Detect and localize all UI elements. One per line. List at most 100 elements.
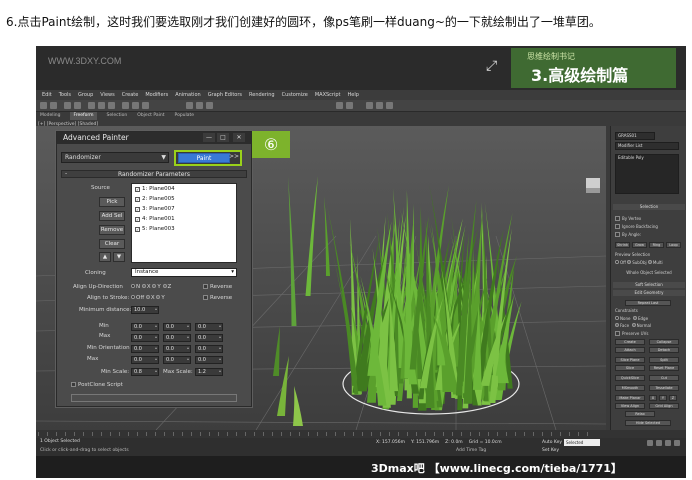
checkbox-checked-icon[interactable]: ✓ xyxy=(135,227,140,232)
msmooth-button[interactable]: MSmooth xyxy=(615,385,645,391)
mirror-icon[interactable] xyxy=(336,102,343,109)
align-up-n[interactable]: N xyxy=(136,284,140,290)
align-up-z[interactable]: Z xyxy=(168,284,172,290)
menu-tools[interactable]: Tools xyxy=(59,90,71,100)
slice-plane-button[interactable]: Slice Plane xyxy=(615,357,645,363)
menu-group[interactable]: Group xyxy=(78,90,93,100)
move-down-icon[interactable]: ▼ xyxy=(113,252,125,262)
align-up-y[interactable]: Y xyxy=(157,284,160,290)
mode-select[interactable]: Randomizer ▼ xyxy=(61,152,169,163)
checkbox-checked-icon[interactable]: ✓ xyxy=(135,217,140,222)
coord-z[interactable]: Z: 0.0m xyxy=(445,440,463,445)
constraint-normal[interactable]: Normal xyxy=(637,323,651,328)
postclone-script-field[interactable] xyxy=(71,394,237,402)
min-y-spinner[interactable]: 0.0 xyxy=(163,323,191,331)
rotate-icon[interactable] xyxy=(132,102,139,109)
edit-geometry-rollout[interactable]: Edit Geometry xyxy=(613,290,685,296)
max-orient-y-spinner[interactable]: 0.0 xyxy=(163,356,191,364)
view-align-button[interactable]: View Align xyxy=(615,403,645,409)
close-icon[interactable]: ✕ xyxy=(233,133,245,142)
by-angle-option[interactable]: By Angle: xyxy=(615,232,683,237)
hide-selected-button[interactable]: Hide Selected xyxy=(625,420,671,426)
shrink-button[interactable]: Shrink xyxy=(615,242,630,248)
repeat-last-button[interactable]: Repeat Last xyxy=(625,300,671,306)
zoom-icon[interactable] xyxy=(647,440,653,446)
coord-x[interactable]: X: 157.056m xyxy=(376,440,405,445)
auto-key-label[interactable]: Auto Key xyxy=(542,440,562,445)
zoom-all-icon[interactable] xyxy=(656,440,662,446)
align-stroke-y[interactable]: Y xyxy=(161,295,164,301)
add-time-tag[interactable]: Add Time Tag xyxy=(456,448,486,453)
more-button[interactable]: >> xyxy=(229,153,239,160)
quickslice-button[interactable]: QuickSlice xyxy=(615,375,645,381)
cut-button[interactable]: Cut xyxy=(649,375,679,381)
randomizer-rollout-header[interactable]: - Randomizer Parameters xyxy=(61,170,247,178)
tessellate-button[interactable]: Tessellate xyxy=(649,385,679,391)
planar-x-button[interactable]: X xyxy=(649,395,657,401)
redo-icon[interactable] xyxy=(50,102,57,109)
snap-icon[interactable] xyxy=(186,102,193,109)
min-scale-spinner[interactable]: 0.8 xyxy=(131,368,159,376)
material-editor-icon[interactable] xyxy=(366,102,373,109)
planar-y-button[interactable]: Y xyxy=(659,395,667,401)
render-icon[interactable] xyxy=(386,102,393,109)
preserve-uvs-option[interactable]: Preserve UVs xyxy=(615,331,683,336)
move-icon[interactable] xyxy=(122,102,129,109)
set-key-label[interactable]: Set Key xyxy=(542,448,559,453)
soft-selection-rollout[interactable]: Soft Selection xyxy=(613,282,685,288)
pan-icon[interactable] xyxy=(665,440,671,446)
min-distance-spinner[interactable]: 10.0 xyxy=(131,306,159,314)
move-up-icon[interactable]: ▲ xyxy=(99,252,111,262)
list-item[interactable]: ✓ 3: Plane007 xyxy=(135,206,175,212)
align-icon[interactable] xyxy=(346,102,353,109)
cloning-dropdown[interactable]: Instance ▾ xyxy=(131,268,237,277)
pick-button[interactable]: Pick xyxy=(99,197,125,207)
grow-button[interactable]: Grow xyxy=(632,242,647,248)
by-vertex-option[interactable]: By Vertex xyxy=(615,216,683,221)
constraint-none[interactable]: None xyxy=(620,316,630,321)
angle-snap-icon[interactable] xyxy=(196,102,203,109)
modifier-stack[interactable]: Editable Poly xyxy=(615,154,679,194)
max-y-spinner[interactable]: 0.0 xyxy=(163,334,191,342)
ignore-backfacing-option[interactable]: Ignore Backfacing xyxy=(615,224,683,229)
add-sel-button[interactable]: Add Sel xyxy=(99,211,125,221)
orbit-icon[interactable] xyxy=(674,440,680,446)
scale-icon[interactable] xyxy=(142,102,149,109)
menu-help[interactable]: Help xyxy=(348,90,359,100)
reset-plane-button[interactable]: Reset Plane xyxy=(649,365,679,371)
menu-modifiers[interactable]: Modifiers xyxy=(145,90,168,100)
tab-selection[interactable]: Selection xyxy=(107,112,128,120)
menu-graph-editors[interactable]: Graph Editors xyxy=(208,90,242,100)
list-item[interactable]: ✓ 5: Plane003 xyxy=(135,226,175,232)
menu-customize[interactable]: Customize xyxy=(282,90,308,100)
max-orient-x-spinner[interactable]: 0.0 xyxy=(131,356,159,364)
max-x-spinner[interactable]: 0.0 xyxy=(131,334,159,342)
reverse-stroke-option[interactable]: Reverse xyxy=(203,295,232,301)
preview-options[interactable]: Off SubObj Multi xyxy=(615,260,683,265)
menu-create[interactable]: Create xyxy=(122,90,139,100)
select-icon[interactable] xyxy=(88,102,95,109)
tab-freeform[interactable]: Freeform xyxy=(70,112,97,120)
slice-button[interactable]: Slice xyxy=(615,365,645,371)
planar-z-button[interactable]: Z xyxy=(669,395,677,401)
menu-views[interactable]: Views xyxy=(100,90,114,100)
preview-subobj[interactable]: SubObj xyxy=(632,260,646,265)
list-item[interactable]: ✓ 1: Plane004 xyxy=(135,186,175,192)
minimize-icon[interactable]: — xyxy=(203,133,215,142)
menu-rendering[interactable]: Rendering xyxy=(249,90,275,100)
render-setup-icon[interactable] xyxy=(376,102,383,109)
min-orient-y-spinner[interactable]: 0.0 xyxy=(163,345,191,353)
reverse-up-option[interactable]: Reverse xyxy=(203,284,232,290)
tab-modeling[interactable]: Modeling xyxy=(40,112,60,120)
max-orient-z-spinner[interactable]: 0.0 xyxy=(195,356,223,364)
time-slider[interactable] xyxy=(36,430,686,438)
max-scale-spinner[interactable]: 1.2 xyxy=(195,368,223,376)
paint-button[interactable]: Paint xyxy=(178,153,230,163)
menu-maxscript[interactable]: MAXScript xyxy=(315,90,341,100)
split-button[interactable]: Split xyxy=(649,357,679,363)
create-button[interactable]: Create xyxy=(615,339,645,345)
source-list[interactable]: ✓ 1: Plane004 ✓ 2: Plane005 ✓ 3: Plane007 ✓… xyxy=(131,183,237,263)
modifier-list-dropdown[interactable]: Modifier List xyxy=(615,142,679,150)
key-filter-dropdown[interactable]: Selected xyxy=(564,439,600,446)
grid-align-button[interactable]: Grid Align xyxy=(649,403,679,409)
